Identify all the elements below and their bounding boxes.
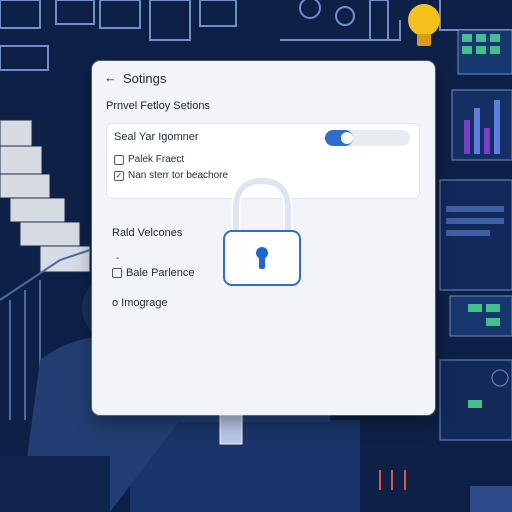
back-arrow-icon[interactable]: ← [104,70,117,86]
option-1-label: Bale Parlence [126,267,195,279]
toggle-row-label: Seal Yar Igomner [114,131,199,143]
privacy-section-title: Prnvel Fetloy Setions [106,100,210,112]
checkbox-2[interactable]: ✓ [114,170,124,181]
option-row-2[interactable]: o Imograge [112,297,168,309]
checkbox-1[interactable] [114,154,124,165]
option-1-checkbox[interactable] [112,268,122,278]
option-row-1[interactable]: Bale Parlence [112,267,195,279]
section-divider-dash: - [116,253,120,264]
checkbox-row-2[interactable]: ✓ Nan sterr tor beachore [114,170,228,181]
checkbox-1-label: Palek Fraect [128,154,185,165]
toggle-knob [341,132,353,144]
privacy-toggle[interactable] [325,130,410,146]
option-2-label: o Imograge [112,297,168,309]
checkbox-row-1[interactable]: Palek Fraect [114,154,184,165]
settings-header: ← Sotings [104,70,166,86]
secondary-section-title: Rald Velcones [112,227,183,239]
page-title: Sotings [123,70,167,86]
checkbox-2-label: Nan sterr tor beachore [128,170,229,181]
lock-icon [223,176,301,286]
